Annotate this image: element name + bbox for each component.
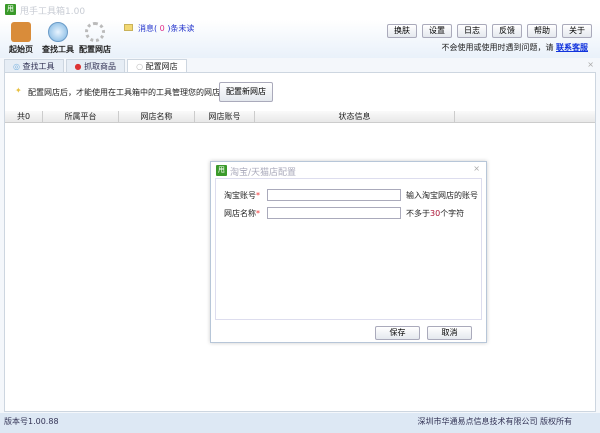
search-icon: ◎ (13, 62, 20, 71)
feedback-button[interactable]: 反馈 (492, 24, 522, 38)
status-bar: 版本号1.00.88 深圳市华通易点信息技术有限公司 版权所有 (0, 413, 600, 433)
cancel-button[interactable]: 取消 (427, 326, 472, 340)
new-shop-button[interactable]: 配置新网店 (219, 82, 273, 102)
shop-name-label: 网店名称* (224, 209, 260, 218)
home-icon (11, 22, 31, 42)
gear-icon: ○ (136, 62, 144, 71)
close-tab-icon[interactable]: × (587, 60, 594, 69)
gear-icon (85, 22, 105, 42)
tab-search-tool[interactable]: ◎ 查找工具 (4, 59, 64, 73)
shop-config-dialog: 甩 淘宝/天猫店配置 × 淘宝账号* 输入淘宝网店的账号 网店名称* 不多于30… (210, 161, 487, 343)
app-logo-icon: 甩 (5, 4, 16, 15)
home-button[interactable]: 起始页 (6, 22, 36, 55)
config-shop-button[interactable]: 配置网店 (78, 22, 112, 55)
skin-button[interactable]: 换肤 (387, 24, 417, 38)
version-text: 版本号1.00.88 (4, 417, 59, 426)
col-count: 共0 (5, 111, 43, 122)
title-bar: 甩 甩手工具箱1.00 (0, 0, 600, 20)
log-button[interactable]: 日志 (457, 24, 487, 38)
help-button[interactable]: 帮助 (527, 24, 557, 38)
taobao-account-label: 淘宝账号* (224, 191, 260, 200)
dialog-title: 淘宝/天猫店配置 (230, 168, 297, 178)
tab-config-shop[interactable]: ○ 配置网店 (127, 59, 187, 73)
dialog-close-icon[interactable]: × (473, 164, 480, 173)
about-button[interactable]: 关于 (562, 24, 592, 38)
dialog-logo-icon: 甩 (216, 165, 227, 176)
settings-button[interactable]: 设置 (422, 24, 452, 38)
search-tool-button[interactable]: 查找工具 (40, 22, 76, 55)
search-tool-label: 查找工具 (42, 45, 74, 54)
search-icon (48, 22, 68, 42)
dialog-body: 淘宝账号* 输入淘宝网店的账号 网店名称* 不多于30个字符 (215, 178, 482, 320)
copyright-text: 深圳市华通易点信息技术有限公司 版权所有 (417, 417, 572, 426)
table-header: 共0 所属平台 网店名称 网店账号 状态信息 (5, 111, 595, 123)
shop-name-input[interactable] (267, 207, 401, 219)
taobao-account-hint: 输入淘宝网店的账号 (406, 191, 478, 200)
config-shop-label: 配置网店 (79, 45, 111, 54)
bulb-icon: ✦ (15, 86, 22, 95)
app-title: 甩手工具箱1.00 (20, 7, 86, 17)
system-buttons: 换肤 设置 日志 反馈 帮助 关于 (387, 24, 592, 38)
save-button[interactable]: 保存 (375, 326, 420, 340)
message-icon (124, 24, 133, 31)
col-status: 状态信息 (255, 111, 455, 122)
col-platform: 所属平台 (43, 111, 119, 122)
toolbar: 起始页 查找工具 配置网店 消息( 0 )条未读 换肤 设置 日志 反馈 帮助 … (0, 20, 600, 58)
shop-name-hint: 不多于30个字符 (406, 209, 465, 218)
col-shop-account: 网店账号 (195, 111, 255, 122)
col-shop-name: 网店名称 (119, 111, 195, 122)
tab-bar: ◎ 查找工具 ● 抓取商品 ○ 配置网店 (4, 59, 189, 73)
taobao-account-input[interactable] (267, 189, 401, 201)
tip-text: 配置网店后，才能使用在工具箱中的工具管理您的网店 (28, 88, 220, 97)
tab-fetch-products[interactable]: ● 抓取商品 (65, 59, 126, 73)
contact-support-link[interactable]: 联系客服 (556, 43, 588, 52)
help-text: 不会使用或使用时遇到问题，请 联系客服 (441, 43, 588, 52)
message-link[interactable]: 消息( 0 )条未读 (138, 23, 194, 34)
home-label: 起始页 (9, 45, 33, 54)
fetch-icon: ● (74, 62, 82, 71)
